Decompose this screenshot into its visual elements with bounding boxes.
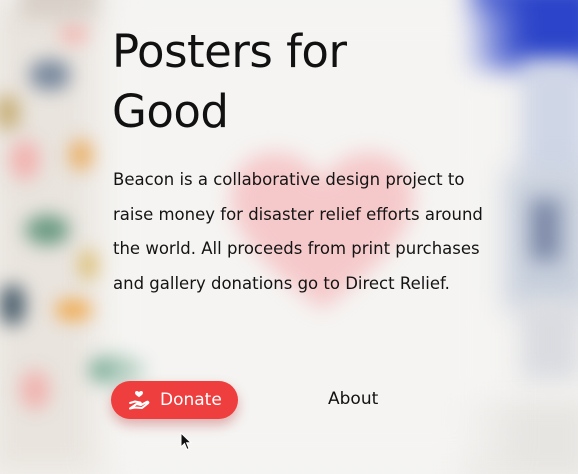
about-link[interactable]: About [328, 387, 378, 411]
mouse-pointer-icon [180, 432, 192, 451]
donate-button[interactable]: Donate [111, 381, 238, 419]
page-title: Posters for Good [112, 22, 347, 142]
hand-heart-icon [129, 390, 150, 410]
donate-label: Donate [160, 390, 222, 410]
hero-section: Posters for Good Beacon is a collaborati… [0, 0, 578, 474]
title-line-2: Good [112, 85, 229, 138]
title-line-1: Posters for [112, 25, 347, 78]
hero-description: Beacon is a collaborative design project… [113, 170, 483, 293]
